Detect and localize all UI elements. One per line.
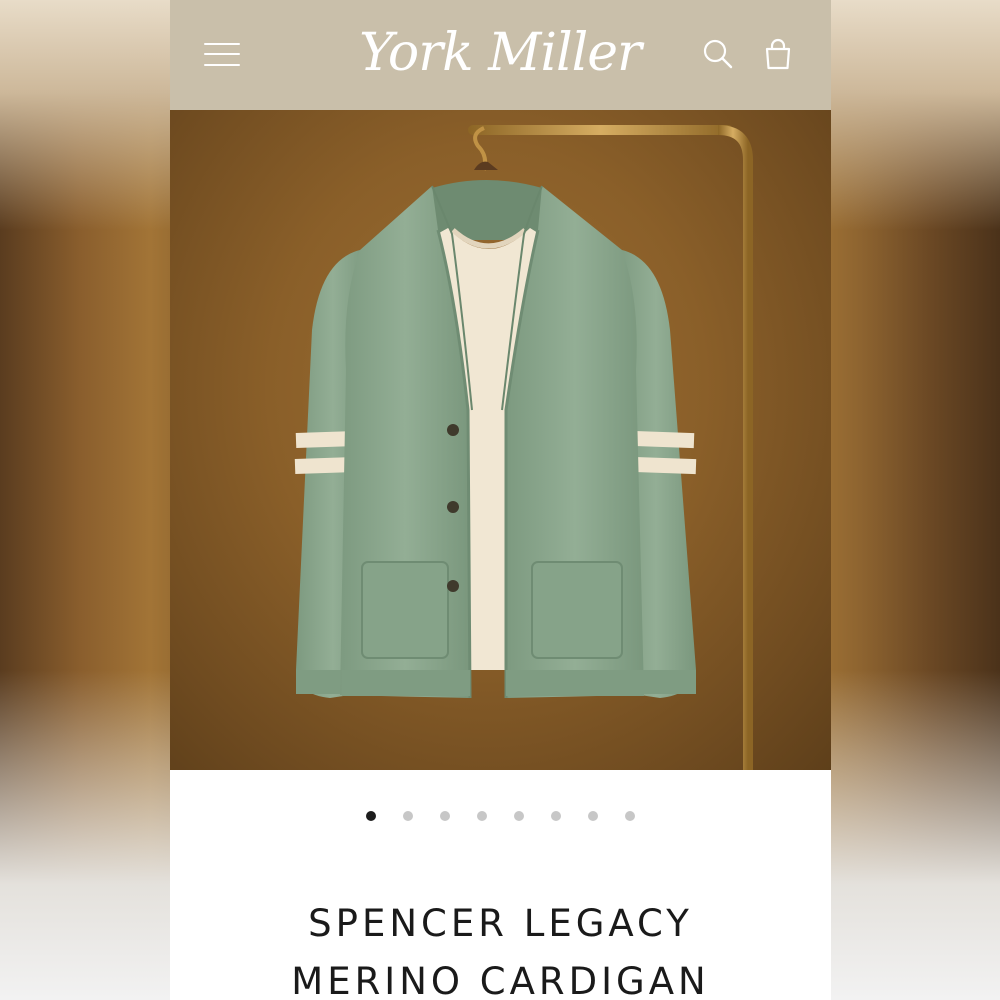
product-title-line-2: MERINO CARDIGAN <box>291 959 710 1000</box>
product-title-line-1: SPENCER LEGACY <box>308 901 693 945</box>
brand-logo[interactable]: York Miller <box>320 18 680 88</box>
image-carousel-pagination <box>170 808 831 824</box>
carousel-dot-4[interactable] <box>477 811 487 821</box>
carousel-dot-3[interactable] <box>440 811 450 821</box>
hamburger-menu-icon[interactable] <box>204 40 242 70</box>
shopping-bag-icon[interactable] <box>760 36 796 72</box>
carousel-dot-6[interactable] <box>551 811 561 821</box>
search-icon[interactable] <box>700 36 736 72</box>
product-title: SPENCER LEGACY MERINO CARDIGAN <box>170 895 831 1000</box>
cardigan-illustration <box>294 125 753 770</box>
carousel-dot-8[interactable] <box>625 811 635 821</box>
mobile-screen: York Miller SPENCER LEGACY MERINO CARDIG… <box>170 0 831 1000</box>
product-image[interactable] <box>170 110 831 770</box>
carousel-dot-5[interactable] <box>514 811 524 821</box>
site-header: York Miller <box>170 0 831 110</box>
carousel-dot-7[interactable] <box>588 811 598 821</box>
carousel-dot-1[interactable] <box>366 811 376 821</box>
carousel-dot-2[interactable] <box>403 811 413 821</box>
